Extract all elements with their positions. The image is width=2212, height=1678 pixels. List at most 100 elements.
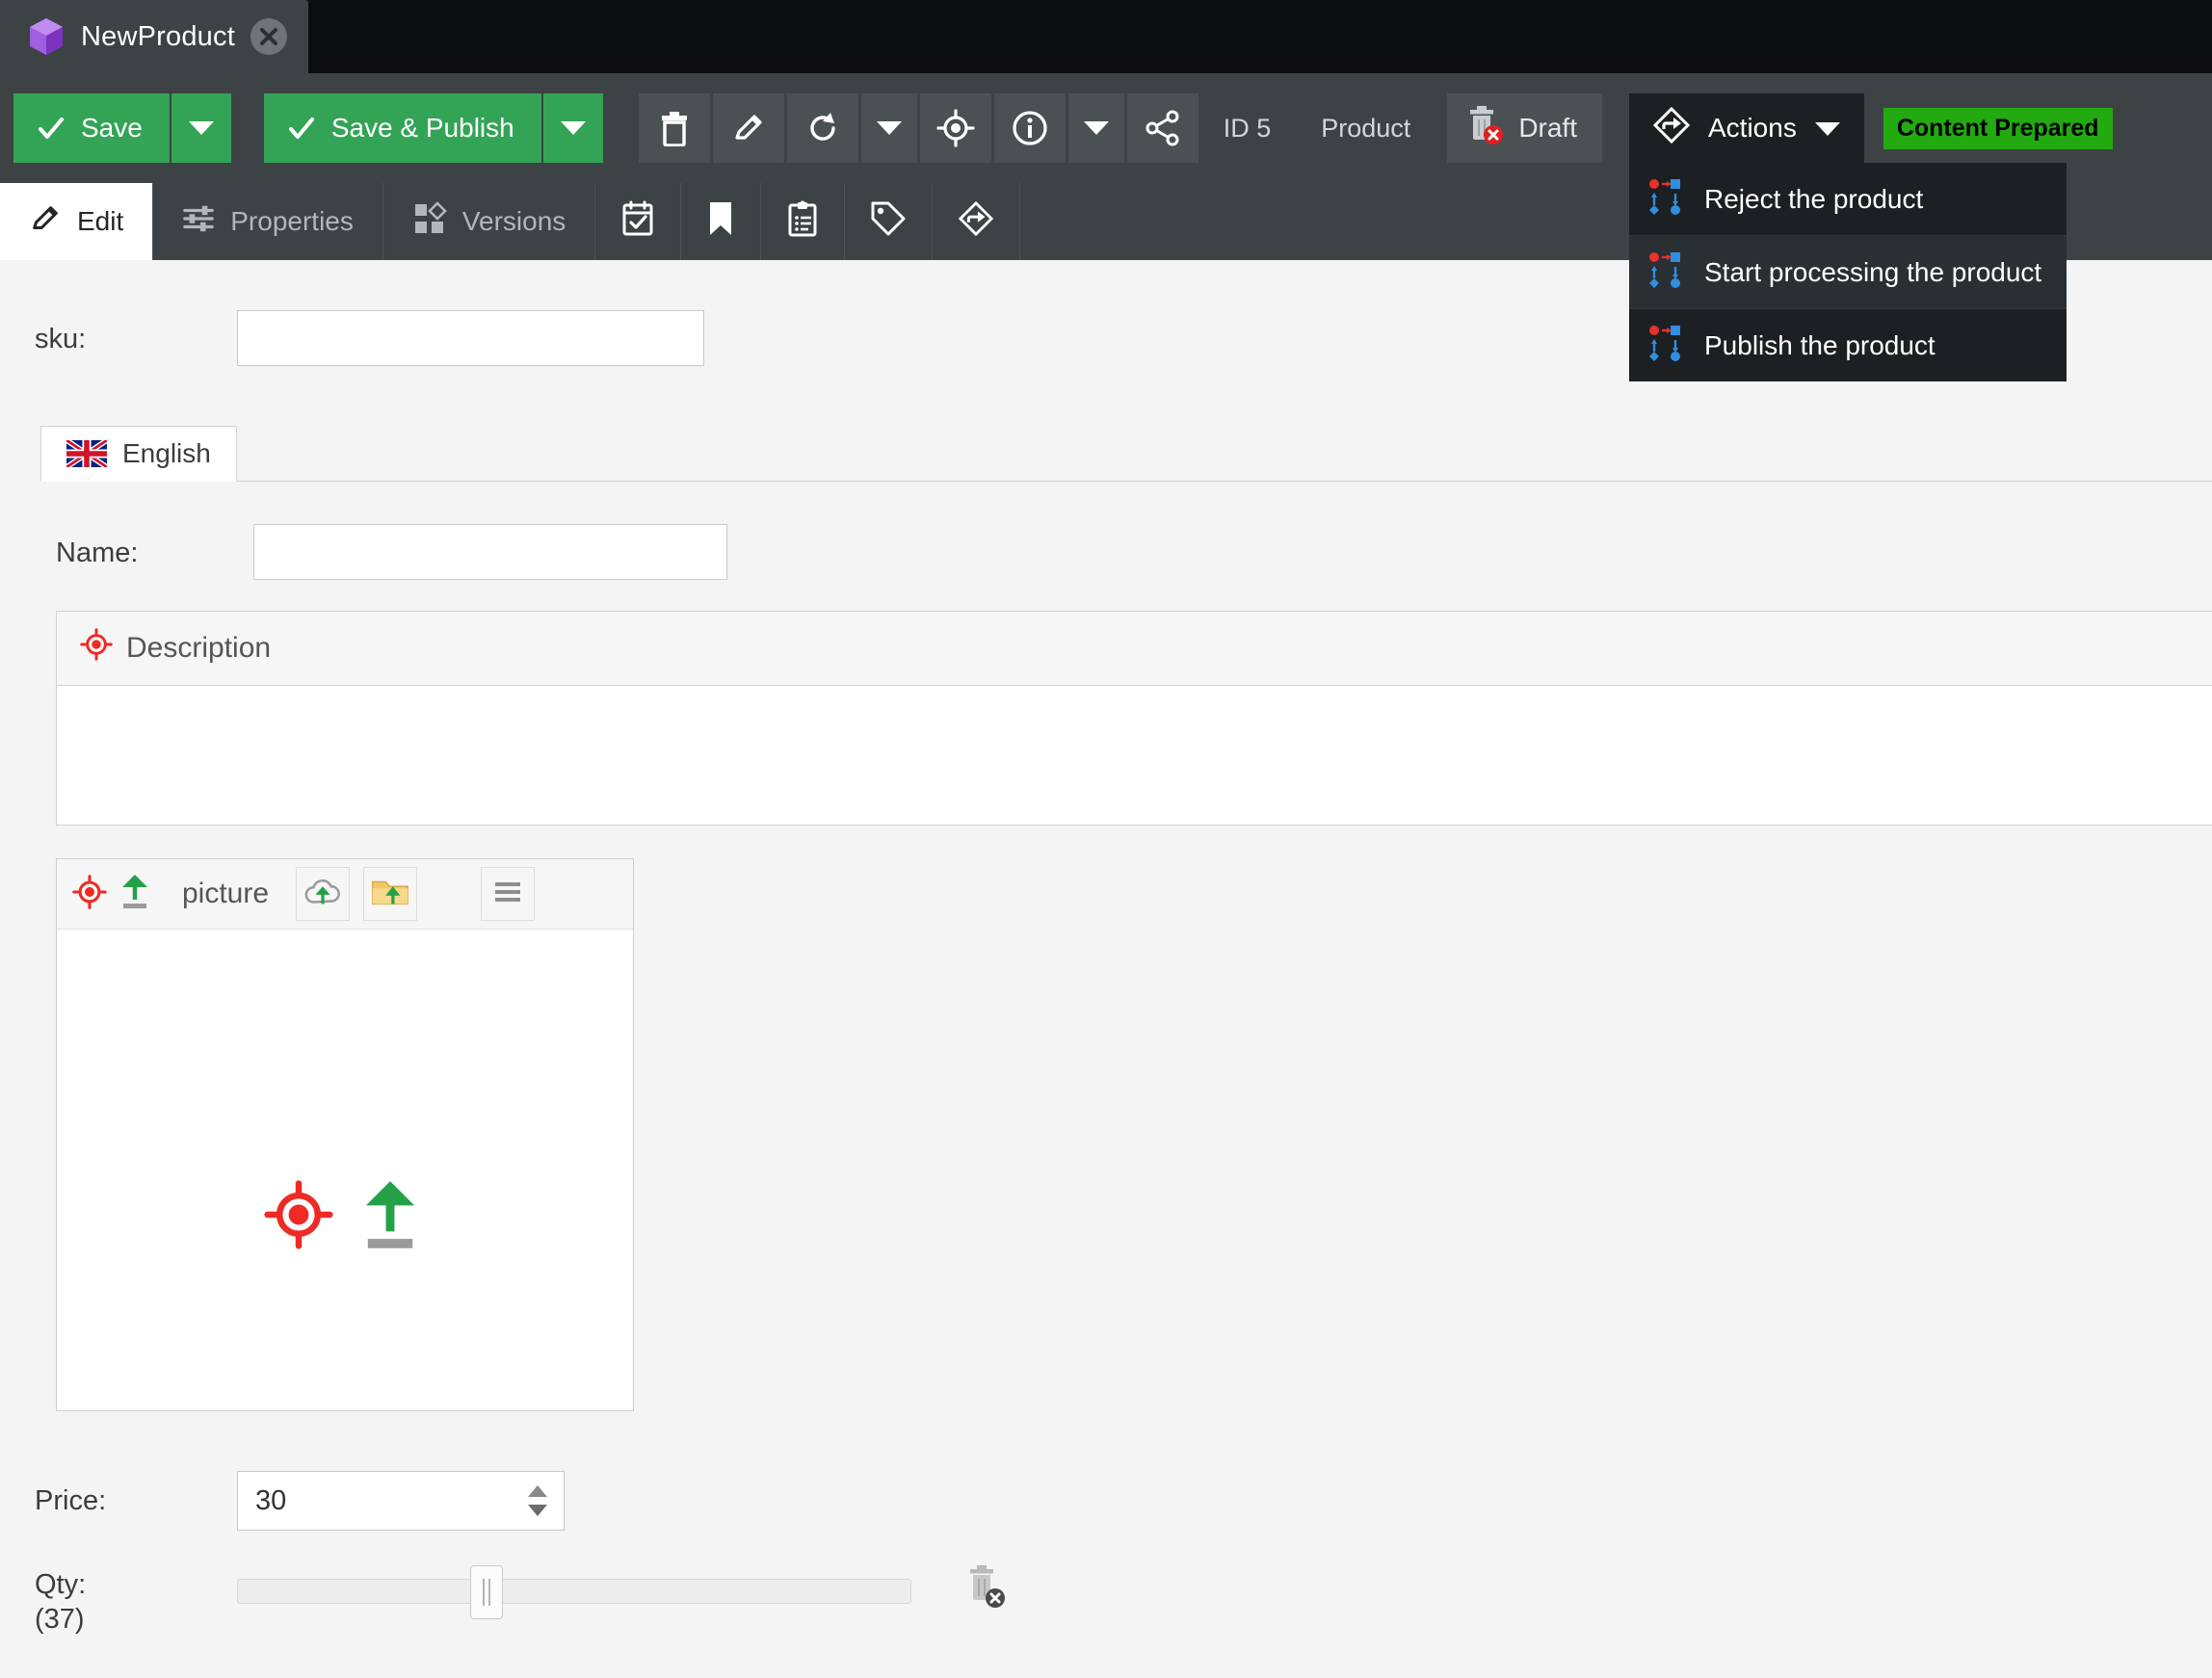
- name-input[interactable]: [253, 524, 727, 580]
- save-publish-button[interactable]: Save & Publish: [263, 93, 541, 163]
- picture-label: picture: [182, 878, 270, 909]
- calendar-check-icon: [620, 200, 655, 244]
- delete-value-icon: [965, 1565, 1008, 1613]
- language-tab-english[interactable]: English: [40, 426, 237, 482]
- actions-button[interactable]: Actions: [1629, 93, 1864, 163]
- upload-arrow-icon: [120, 873, 149, 916]
- record-type-label: Product: [1321, 113, 1411, 143]
- workflow-diamond-icon: [1652, 106, 1691, 151]
- price-spinner-arrows[interactable]: [527, 1472, 548, 1530]
- menu-item-label: Reject the product: [1704, 183, 1924, 214]
- save-button[interactable]: Save: [13, 93, 170, 163]
- menu-item-start-processing-product[interactable]: Start processing the product: [1629, 236, 2067, 309]
- shapes-icon: [412, 200, 447, 243]
- save-publish-dropdown-button[interactable]: [542, 93, 603, 163]
- picture-menu-button[interactable]: [481, 867, 536, 921]
- menu-item-publish-product[interactable]: Publish the product: [1629, 309, 2067, 381]
- share-icon: [1144, 109, 1182, 147]
- target-icon: [72, 874, 107, 915]
- cloud-upload-icon: [303, 876, 342, 913]
- uk-flag-icon: [66, 440, 107, 467]
- picture-dropzone[interactable]: [57, 929, 633, 1410]
- delete-draft-icon: [1466, 105, 1505, 152]
- refresh-dropdown-button[interactable]: [860, 93, 917, 163]
- price-stepper[interactable]: 30: [237, 1471, 565, 1531]
- delete-button[interactable]: [638, 93, 710, 163]
- tab-workflow[interactable]: [933, 183, 1021, 260]
- workflow-icon: [1646, 249, 1685, 295]
- share-button[interactable]: [1126, 93, 1198, 163]
- menu-item-label: Start processing the product: [1704, 256, 2042, 287]
- tab-versions[interactable]: Versions: [383, 183, 596, 260]
- refresh-icon: [805, 111, 840, 145]
- upload-arrow-icon: [362, 1175, 418, 1259]
- cloud-upload-button[interactable]: [296, 867, 351, 921]
- delete-icon: [658, 110, 691, 146]
- picture-dropzone-icons: [264, 1175, 418, 1259]
- description-label: Description: [126, 632, 272, 664]
- info-dropdown-button[interactable]: [1067, 93, 1124, 163]
- target-button[interactable]: [919, 93, 991, 163]
- close-icon[interactable]: [250, 18, 287, 55]
- qty-slider-thumb[interactable]: [470, 1565, 504, 1619]
- refresh-button[interactable]: [786, 93, 858, 163]
- price-value: 30: [255, 1484, 287, 1516]
- tag-icon: [870, 200, 907, 244]
- tab-tags[interactable]: [845, 183, 934, 260]
- tab-properties[interactable]: Properties: [153, 183, 383, 260]
- title-bar: NewProduct: [0, 0, 2212, 73]
- name-label: Name:: [56, 537, 139, 568]
- edit-icon: [731, 111, 766, 145]
- picture-widget-header: picture: [57, 859, 633, 929]
- document-tab[interactable]: NewProduct: [0, 0, 308, 73]
- qty-row: Qty: (37): [0, 1531, 2212, 1638]
- qty-clear-button[interactable]: [965, 1563, 1008, 1614]
- sku-input[interactable]: [237, 310, 704, 366]
- folder-upload-button[interactable]: [363, 867, 418, 921]
- qty-slider[interactable]: [237, 1565, 911, 1619]
- tab-tasks[interactable]: [761, 183, 846, 260]
- tab-label: Versions: [461, 206, 566, 236]
- workflow-diamond-icon: [958, 200, 994, 244]
- workflow-icon: [1646, 323, 1685, 368]
- status-badge: Content Prepared: [1883, 107, 2113, 149]
- qty-label: Qty:: [35, 1569, 87, 1600]
- tab-label: Properties: [230, 206, 354, 236]
- hamburger-menu-icon: [493, 880, 522, 908]
- actions-button-label: Actions: [1708, 113, 1797, 143]
- edit-button[interactable]: [712, 93, 784, 163]
- price-label: Price:: [35, 1484, 107, 1516]
- draft-status-button[interactable]: Draft: [1447, 93, 1602, 163]
- edit-pencil-icon: [29, 202, 62, 242]
- record-id-label: ID 5: [1223, 113, 1272, 143]
- folder-upload-icon: [371, 876, 409, 913]
- tab-bookmarks[interactable]: [681, 183, 762, 260]
- bookmark-icon: [706, 200, 735, 244]
- tab-label: Edit: [77, 206, 124, 236]
- actions-menu-wrapper: Actions Reject the product Start process…: [1629, 93, 2067, 381]
- actions-dropdown-menu: Reject the product Start processing the …: [1629, 163, 2067, 381]
- menu-item-label: Publish the product: [1704, 329, 1936, 360]
- price-row: Price: 30: [0, 1411, 2212, 1531]
- sliders-icon: [182, 202, 215, 242]
- chevron-down-icon: [876, 120, 903, 136]
- chevron-down-icon: [1814, 113, 1841, 144]
- qty-value-label: (37): [35, 1604, 85, 1636]
- language-tab-bar: English: [40, 426, 2212, 482]
- target-icon: [264, 1178, 333, 1256]
- edit-form: sku: English Name: Description picture P…: [0, 260, 2212, 1678]
- description-header: Description: [57, 612, 2212, 685]
- tab-schedule[interactable]: [595, 183, 682, 260]
- info-button[interactable]: [993, 93, 1066, 163]
- picture-widget: picture: [56, 858, 634, 1411]
- description-editor[interactable]: [57, 685, 2212, 825]
- tab-edit[interactable]: Edit: [0, 183, 154, 260]
- sku-label: sku:: [35, 324, 87, 354]
- description-panel: Description: [56, 611, 2212, 826]
- name-row: Name:: [0, 482, 2212, 580]
- clipboard-list-icon: [786, 200, 819, 244]
- save-dropdown-button[interactable]: [171, 93, 231, 163]
- main-toolbar: Save Save & Publish ID 5 Product Draft A…: [0, 73, 2212, 381]
- save-publish-button-label: Save & Publish: [330, 113, 514, 143]
- menu-item-reject-product[interactable]: Reject the product: [1629, 163, 2067, 236]
